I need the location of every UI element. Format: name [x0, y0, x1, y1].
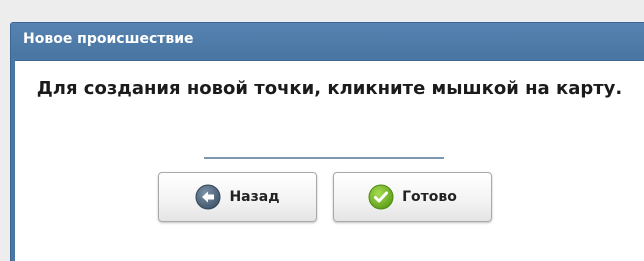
dialog-body: Для создания новой точки, кликните мышко… — [15, 60, 644, 261]
done-button-label: Готово — [402, 189, 457, 205]
checkmark-circle-icon — [368, 184, 394, 210]
back-button-label: Назад — [229, 189, 280, 205]
dialog-title: Новое происшествие — [23, 31, 194, 47]
new-incident-dialog: Новое происшествие Для создания новой то… — [10, 22, 644, 261]
back-button[interactable]: Назад — [158, 172, 317, 222]
arrow-left-circle-icon — [195, 184, 221, 210]
done-button[interactable]: Готово — [333, 172, 492, 222]
divider — [204, 157, 444, 159]
dialog-message: Для создания новой точки, кликните мышко… — [36, 78, 623, 99]
dialog-title-bar[interactable]: Новое происшествие — [11, 23, 644, 56]
